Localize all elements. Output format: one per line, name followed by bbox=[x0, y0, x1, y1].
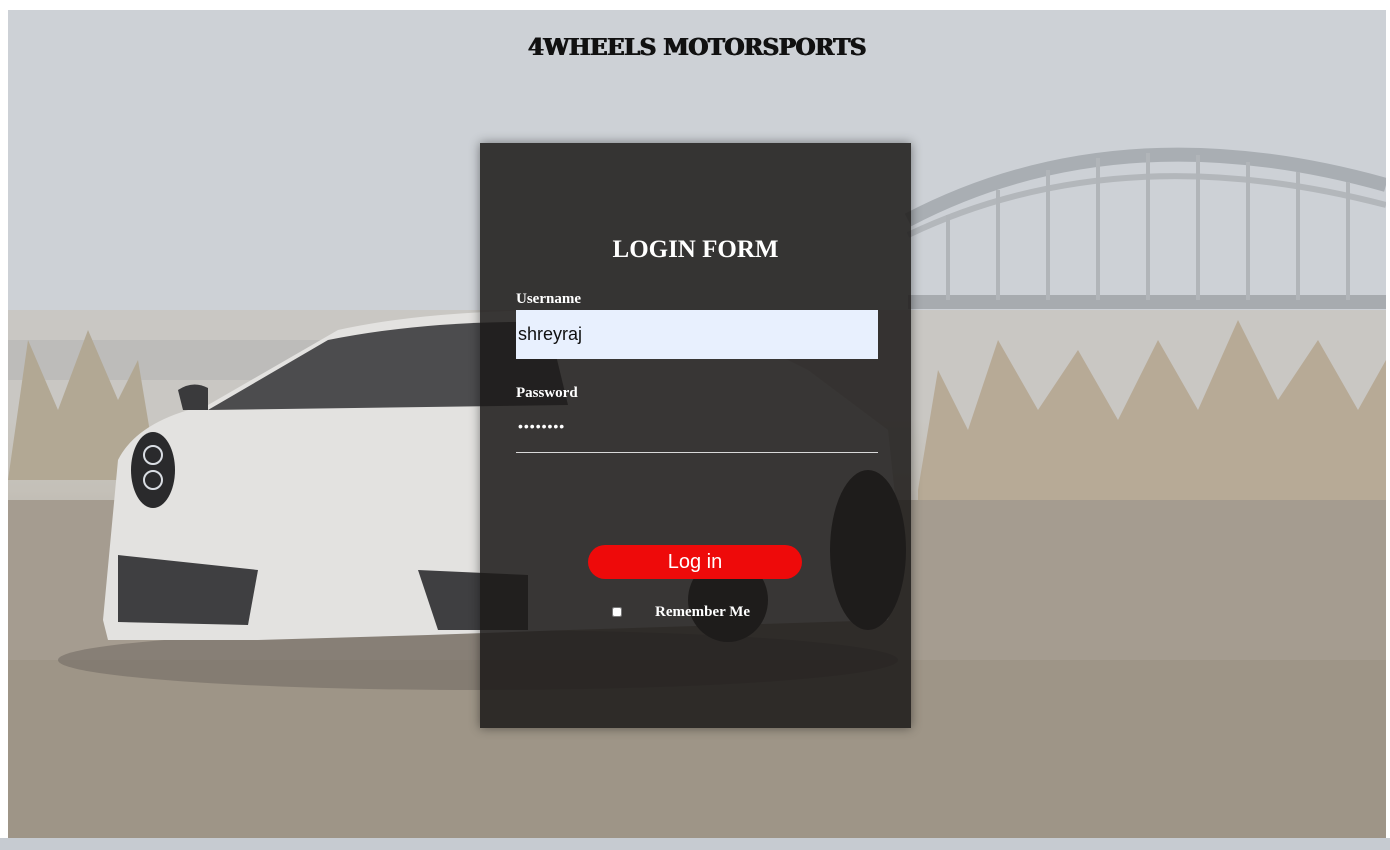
login-form-title: LOGIN FORM bbox=[612, 236, 779, 263]
password-input[interactable] bbox=[516, 413, 878, 453]
login-button[interactable]: Log in bbox=[588, 545, 802, 579]
username-label: Username bbox=[516, 291, 581, 307]
password-label: Password bbox=[516, 385, 578, 401]
remember-me-checkbox[interactable] bbox=[612, 606, 622, 618]
site-title: 4WHEELS MOTORSPORTS bbox=[527, 34, 867, 61]
page-background: 4WHEELS MOTORSPORTS LOGIN FORM Username … bbox=[8, 10, 1386, 838]
remember-me-label: Remember Me bbox=[655, 604, 751, 620]
login-panel: LOGIN FORM Username Password Log in Reme… bbox=[480, 143, 911, 728]
bottom-strip bbox=[0, 838, 1390, 850]
username-input[interactable] bbox=[516, 310, 878, 359]
